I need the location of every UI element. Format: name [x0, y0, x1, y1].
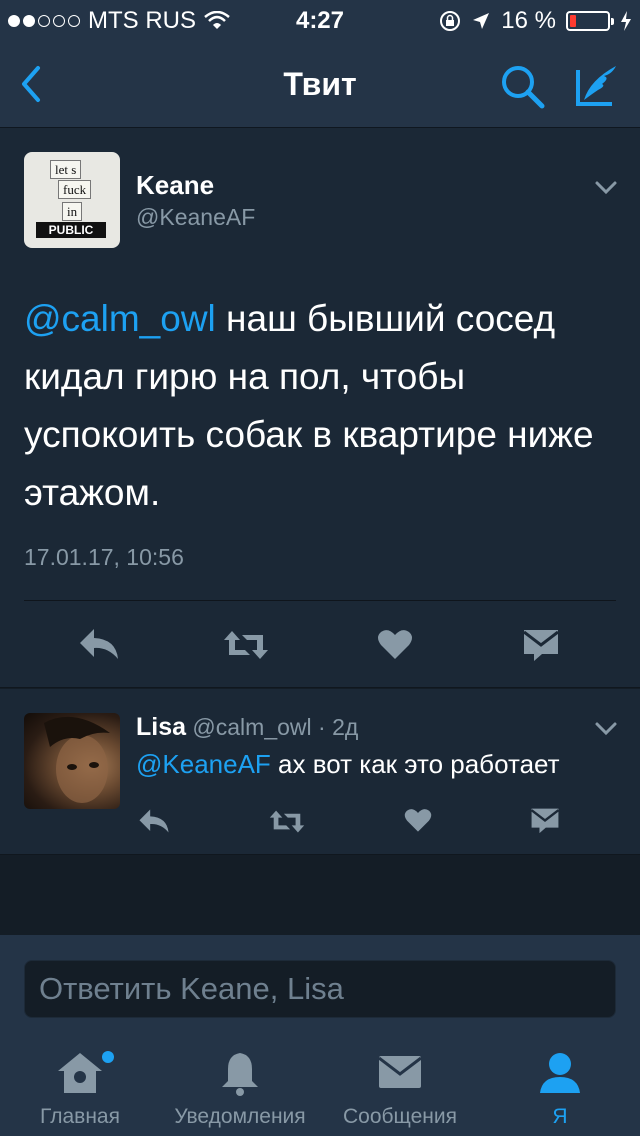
nav-bar: Твит — [0, 40, 640, 128]
tab-notifications[interactable]: Уведомления — [160, 1035, 320, 1136]
retweet-icon[interactable] — [268, 809, 306, 834]
mention-link[interactable]: @KeaneAF — [136, 749, 271, 779]
avatar[interactable] — [24, 713, 120, 809]
location-arrow-icon — [473, 13, 490, 29]
avatar-note-1: let s — [50, 160, 82, 179]
avatar-note-3: in — [62, 202, 83, 221]
tweet-text: @calm_owl наш бывший сосед кидал гирю на… — [24, 290, 624, 522]
bottom-bar: Ответить Keane, Lisa Главная Уведомления… — [0, 935, 640, 1136]
reply-author-handle[interactable]: @calm_owl — [192, 714, 311, 740]
direct-message-icon[interactable] — [530, 807, 560, 834]
chevron-down-icon[interactable] — [594, 721, 618, 737]
tab-messages[interactable]: Сообщения — [320, 1035, 480, 1136]
chevron-down-icon[interactable] — [594, 180, 618, 196]
status-bar: MTS RUS 4:27 16 % — [0, 0, 640, 40]
tab-label: Уведомления — [174, 1105, 306, 1128]
envelope-icon — [378, 1056, 422, 1088]
mention-link[interactable]: @calm_owl — [24, 298, 216, 339]
tweet-timestamp: 17.01.17, 10:56 — [24, 544, 184, 570]
battery-icon — [566, 11, 614, 31]
divider — [24, 600, 616, 601]
reply-icon[interactable] — [78, 627, 120, 661]
like-icon[interactable] — [404, 807, 432, 833]
charging-icon — [621, 11, 631, 31]
person-icon — [540, 1053, 580, 1093]
home-icon — [58, 1053, 102, 1093]
orientation-lock-icon — [440, 11, 461, 31]
avatar-note-2: fuck — [58, 180, 92, 199]
direct-message-icon[interactable] — [522, 628, 560, 662]
reply-input[interactable]: Ответить Keane, Lisa — [24, 960, 616, 1018]
compose-icon[interactable] — [572, 60, 622, 110]
avatar-note-4: PUBLIC — [36, 222, 106, 238]
like-icon[interactable] — [377, 628, 413, 660]
reply-header: Lisa @calm_owl · 2д — [136, 713, 358, 742]
reply-input-placeholder: Ответить Keane, Lisa — [39, 971, 344, 1006]
reply-tweet[interactable]: Lisa @calm_owl · 2д @KeaneAF ах вот как … — [0, 689, 640, 855]
reply-icon[interactable] — [137, 808, 171, 834]
retweet-icon[interactable] — [222, 629, 270, 661]
reply-text: @KeaneAF ах вот как это работает — [136, 749, 560, 780]
author-name[interactable]: Keane — [136, 170, 214, 201]
battery-fill — [570, 15, 576, 27]
search-icon[interactable] — [498, 62, 546, 110]
reply-age: · 2д — [318, 714, 359, 740]
reply-author-name[interactable]: Lisa — [136, 713, 186, 741]
tab-label: Сообщения — [343, 1105, 457, 1128]
notification-dot — [102, 1051, 114, 1063]
battery-percent: 16 % — [501, 7, 556, 34]
tab-label: Я — [552, 1105, 568, 1128]
reply-body: ах вот как это работает — [270, 749, 560, 779]
tab-bar: Главная Уведомления Сообщения Я — [0, 1035, 640, 1136]
status-right: 16 % — [439, 7, 632, 35]
tab-label: Главная — [40, 1105, 120, 1128]
author-handle[interactable]: @KeaneAF — [136, 204, 255, 231]
tab-home[interactable]: Главная — [0, 1035, 160, 1136]
avatar-portrait — [44, 716, 110, 803]
avatar[interactable]: let s fuck in PUBLIC — [24, 152, 120, 248]
tab-me[interactable]: Я — [480, 1035, 640, 1136]
bell-icon — [222, 1053, 258, 1096]
tweet-detail: let s fuck in PUBLIC Keane @KeaneAF @cal… — [0, 128, 640, 688]
